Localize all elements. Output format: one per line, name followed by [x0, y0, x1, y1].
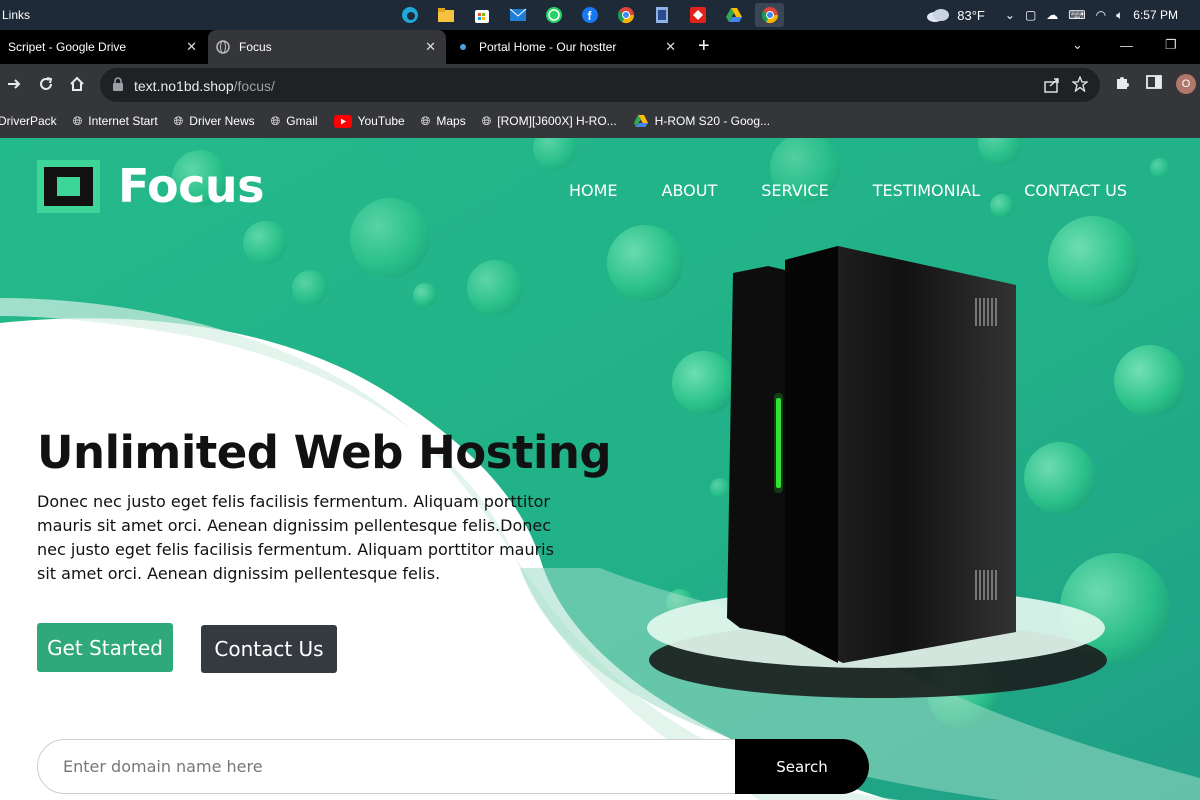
globe-icon: 🌐︎ — [173, 113, 184, 128]
bookmark-rom-j600x[interactable]: 🌐︎ [ROM][J600X] H-RO... — [482, 114, 617, 129]
bookmark-maps[interactable]: 🌐︎ Maps — [421, 114, 466, 129]
server-illustration — [727, 246, 1016, 663]
nav-contact-us[interactable]: CONTACT US — [1024, 181, 1127, 200]
site-logo[interactable]: Focus — [37, 159, 265, 213]
url-path: /focus/ — [233, 78, 275, 94]
facebook-icon[interactable]: f — [575, 3, 604, 27]
cloud-error-icon[interactable]: ☁ — [1046, 8, 1058, 22]
bookmarks-bar: DriverPack 🌐︎ Internet Start 🌐︎ Driver New… — [0, 104, 1200, 138]
whatsapp-icon[interactable] — [539, 3, 568, 27]
globe-icon — [216, 40, 230, 54]
extensions-icon[interactable] — [1114, 74, 1130, 95]
new-tab-button[interactable]: + — [698, 35, 710, 58]
contact-us-button[interactable]: Contact Us — [201, 625, 337, 673]
anydesk-icon[interactable] — [683, 3, 712, 27]
reload-icon[interactable] — [36, 74, 56, 94]
forward-icon[interactable] — [4, 74, 24, 94]
tab-focus[interactable]: Focus ✕ — [208, 30, 446, 64]
tab-title: Scripet - Google Drive — [8, 40, 127, 54]
url-text[interactable]: text.no1bd.shop/focus/ — [134, 78, 275, 94]
website-page: Focus HOME ABOUT SERVICE TESTIMONIAL CON… — [0, 138, 1200, 800]
address-bar[interactable]: text.no1bd.shop/focus/ — [100, 68, 1100, 102]
onedrive-icon[interactable]: ▢ — [1025, 8, 1036, 22]
side-panel-icon[interactable] — [1146, 74, 1162, 95]
mail-icon[interactable] — [503, 3, 532, 27]
weather-temp: 83°F — [957, 7, 985, 23]
domain-search: Search — [37, 739, 869, 794]
nav-service[interactable]: SERVICE — [761, 181, 828, 200]
cloud-icon — [927, 9, 950, 22]
close-tab-icon[interactable]: ✕ — [186, 39, 197, 55]
file-explorer-icon[interactable] — [431, 3, 460, 27]
bookmark-star-icon[interactable] — [1071, 75, 1089, 97]
bookmark-driver-news[interactable]: 🌐︎ Driver News — [174, 114, 255, 129]
bookmark-label: Internet Start — [88, 114, 158, 128]
clock[interactable]: 6:57 PM — [1133, 8, 1178, 22]
system-tray: 83°F ⌄ ▢ ☁ ⌨ ◠ 🔈︎ 6:57 PM — [925, 0, 1200, 30]
site-icon — [456, 40, 470, 54]
nav-about[interactable]: ABOUT — [662, 181, 718, 200]
main-nav: HOME ABOUT SERVICE TESTIMONIAL CONTACT U… — [569, 181, 1127, 200]
speaker-icon[interactable]: 🔈︎ — [1116, 8, 1123, 23]
bookmark-label: Driver News — [189, 114, 255, 128]
nav-testimonial[interactable]: TESTIMONIAL — [873, 181, 980, 200]
globe-icon: 🌐︎ — [420, 113, 431, 128]
chrome-active-icon[interactable] — [755, 3, 784, 27]
bookmark-internet-start[interactable]: 🌐︎ Internet Start — [73, 114, 158, 129]
logo-text: Focus — [118, 159, 265, 213]
weather-widget[interactable]: 83°F — [925, 7, 985, 23]
close-tab-icon[interactable]: ✕ — [425, 39, 436, 55]
bookmark-label: [ROM][J600X] H-RO... — [497, 114, 617, 128]
google-drive-icon — [633, 115, 648, 127]
logo-mark-icon — [37, 159, 100, 213]
restore-icon[interactable]: ❐ — [1165, 30, 1177, 60]
windows-taskbar: Links f 83°F ⌄ ▢ ☁ ⌨ ◠ 🔈︎ 6:57 PM — [0, 0, 1200, 30]
browser-toolbar: text.no1bd.shop/focus/ — [0, 64, 1200, 104]
home-icon[interactable] — [67, 74, 87, 94]
store-icon[interactable] — [467, 3, 496, 27]
bookmark-hrom-s20[interactable]: H-ROM S20 - Goog... — [633, 114, 770, 128]
chevron-up-icon[interactable]: ⌄ — [1005, 8, 1015, 22]
tab-title: Portal Home - Our hostter — [479, 40, 617, 54]
browser-tab-strip: Scripet - Google Drive ✕ Focus ✕ Portal … — [0, 30, 1200, 64]
tab-title: Focus — [239, 40, 272, 54]
taskbar-apps: f — [395, 3, 784, 27]
hero-description: Donec nec justo eget felis facilisis fer… — [37, 492, 554, 583]
google-drive-icon[interactable] — [719, 3, 748, 27]
bookmark-gmail[interactable]: 🌐︎ Gmail — [271, 114, 318, 129]
tab-portal-home[interactable]: Portal Home - Our hostter ✕ — [448, 30, 686, 64]
chrome-icon[interactable] — [611, 3, 640, 27]
bookmark-label: Gmail — [286, 114, 318, 128]
keyboard-icon[interactable]: ⌨ — [1068, 8, 1085, 22]
get-started-button[interactable]: Get Started — [37, 623, 173, 672]
tab-google-drive[interactable]: Scripet - Google Drive ✕ — [0, 30, 207, 64]
nav-home[interactable]: HOME — [569, 181, 618, 200]
domain-search-input[interactable] — [37, 739, 757, 794]
profile-avatar[interactable]: O — [1176, 74, 1196, 94]
bookmark-youtube[interactable]: YouTube — [333, 114, 405, 128]
bookmark-label: Maps — [436, 114, 466, 128]
globe-icon: 🌐︎ — [72, 113, 83, 128]
bookmark-driverpack[interactable]: DriverPack — [0, 114, 57, 128]
wifi-icon[interactable]: ◠ — [1096, 8, 1106, 22]
bookmark-label: H-ROM S20 - Goog... — [654, 114, 771, 128]
video-editor-icon[interactable] — [647, 3, 676, 27]
url-host: text.no1bd.shop — [134, 78, 234, 94]
minimize-icon[interactable]: — — [1120, 30, 1133, 60]
share-icon[interactable] — [1044, 77, 1060, 98]
lock-icon[interactable] — [112, 77, 124, 96]
globe-icon: 🌐︎ — [481, 113, 492, 128]
youtube-icon — [333, 114, 352, 128]
bookmark-label: YouTube — [357, 114, 405, 128]
close-tab-icon[interactable]: ✕ — [665, 39, 676, 55]
edge-icon[interactable] — [395, 3, 424, 27]
hero-title: Unlimited Web Hosting — [37, 426, 612, 479]
bookmark-label: DriverPack — [0, 114, 57, 128]
links-toolbar-label[interactable]: Links — [2, 8, 30, 22]
globe-icon: 🌐︎ — [270, 113, 281, 128]
tab-search-icon[interactable]: ⌄ — [1072, 30, 1083, 60]
search-button[interactable]: Search — [735, 739, 869, 794]
